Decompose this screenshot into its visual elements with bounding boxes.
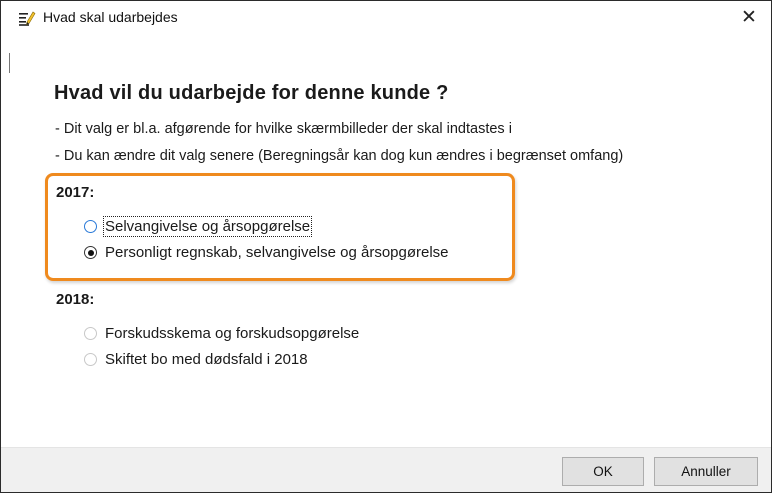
radio-button-icon[interactable]: [84, 220, 97, 233]
radio-label: Forskudsskema og forskudsopgørelse: [105, 325, 360, 342]
edit-document-icon: [18, 9, 36, 27]
radio-button-disabled-icon[interactable]: [84, 327, 97, 340]
radio-label: Personligt regnskab, selvangivelse og år…: [105, 244, 449, 261]
radio-label: Selvangivelse og årsopgørelse: [102, 216, 313, 237]
radio-option-forskudsskema[interactable]: Forskudsskema og forskudsopgørelse: [84, 325, 359, 342]
edge-divider: [9, 53, 10, 73]
window-title: Hvad skal udarbejdes: [43, 9, 178, 25]
radio-option-personligt-regnskab[interactable]: Personligt regnskab, selvangivelse og år…: [84, 244, 449, 261]
cancel-button[interactable]: Annuller: [654, 457, 758, 486]
radio-label: Skiftet bo med dødsfald i 2018: [105, 351, 308, 368]
group-title-2017: 2017:: [56, 184, 95, 201]
title-bar: Hvad skal udarbejdes ✕: [1, 1, 771, 37]
radio-option-selvangivelse[interactable]: Selvangivelse og årsopgørelse: [84, 216, 313, 237]
radio-button-disabled-icon[interactable]: [84, 353, 97, 366]
ok-button[interactable]: OK: [562, 457, 644, 486]
close-button[interactable]: ✕: [727, 1, 771, 33]
radio-option-skiftet-bo[interactable]: Skiftet bo med dødsfald i 2018: [84, 351, 308, 368]
info-line: - Dit valg er bl.a. afgørende for hvilke…: [55, 121, 512, 137]
info-line: - Du kan ændre dit valg senere (Beregnin…: [55, 148, 624, 164]
radio-button-selected-icon[interactable]: [84, 246, 97, 259]
page-heading: Hvad vil du udarbejde for denne kunde ?: [54, 82, 449, 104]
button-bar: OK Annuller: [1, 447, 771, 492]
group-title-2018: 2018:: [56, 291, 95, 308]
dialog-window: Hvad skal udarbejdes ✕ Hvad vil du udarb…: [0, 0, 772, 493]
close-icon: ✕: [741, 6, 757, 28]
